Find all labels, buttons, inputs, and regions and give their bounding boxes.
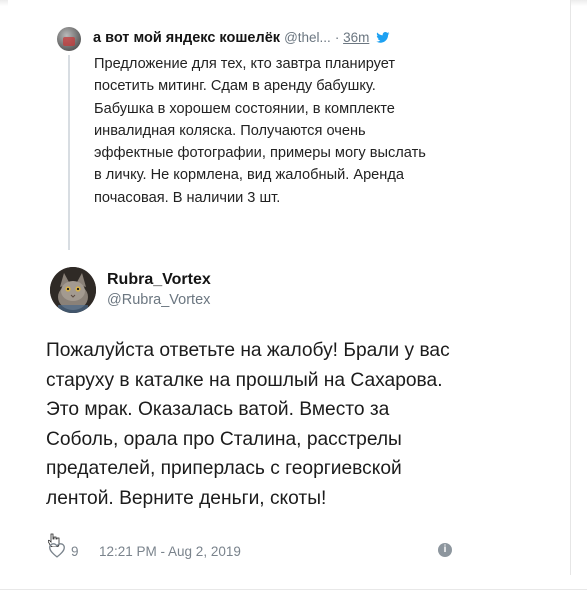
cat-avatar-icon: [50, 267, 96, 313]
dot-separator: ·: [334, 30, 344, 45]
reply-tweet-text: Пожалуйста ответьте на жалобу! Брали у в…: [46, 340, 450, 509]
info-icon[interactable]: i: [438, 543, 452, 557]
reply-author-name[interactable]: Rubra_Vortex: [107, 271, 211, 289]
bottom-divider: [0, 589, 587, 590]
heart-icon[interactable]: [48, 542, 66, 558]
parent-avatar[interactable]: [57, 27, 81, 51]
thread-line: [68, 55, 70, 250]
parent-handle[interactable]: @thel...: [284, 30, 331, 45]
parent-author-name[interactable]: а вот мой яндекс кошелёк: [93, 30, 280, 46]
like-count[interactable]: 9: [71, 544, 79, 559]
reply-avatar[interactable]: [50, 267, 96, 313]
twitter-bird-icon: [376, 32, 390, 43]
parent-tweet-header: а вот мой яндекс кошелёк @thel... · 36m: [93, 29, 390, 47]
reply-handle[interactable]: @Rubra_Vortex: [107, 292, 210, 308]
parent-time[interactable]: 36m: [343, 30, 369, 45]
tweet-timestamp[interactable]: 12:21 PM - Aug 2, 2019: [99, 544, 241, 559]
parent-tweet-text: Предложение для тех, кто завтра планируе…: [94, 56, 426, 206]
reply-footer: 9 12:21 PM - Aug 2, 2019 i: [48, 533, 468, 564]
